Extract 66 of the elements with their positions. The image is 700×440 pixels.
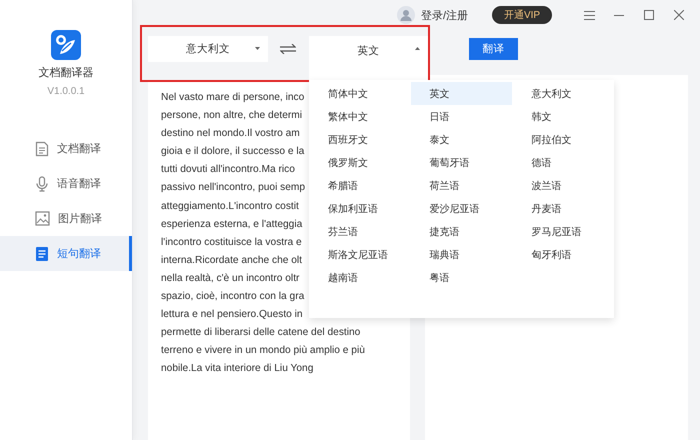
- app-logo: [51, 30, 81, 60]
- text-line: Nel vasto mare di persone, inco: [161, 91, 304, 105]
- language-option[interactable]: 德语: [512, 151, 614, 174]
- login-link[interactable]: 登录/注册: [420, 8, 468, 22]
- caret-icon: [255, 47, 260, 50]
- version-label: V1.0.0.1: [47, 86, 85, 97]
- language-option[interactable]: 罗马尼亚语: [512, 220, 614, 243]
- text-line: permette di liberarsi delle catene del destino: [161, 326, 360, 340]
- text-line: nobile.La vita interiore di Liu Yong: [161, 362, 314, 376]
- menu-icon[interactable]: [584, 10, 594, 20]
- language-option[interactable]: 泰文: [410, 128, 512, 151]
- language-option[interactable]: 俄罗斯文: [309, 151, 411, 174]
- swap-icon[interactable]: [280, 44, 296, 54]
- nav-item[interactable]: 图片翻译: [0, 201, 132, 236]
- language-option[interactable]: 韩文: [512, 105, 614, 128]
- language-option[interactable]: 越南语: [309, 266, 411, 289]
- text-line: lettura e nel pensiero.Questo in: [161, 308, 303, 322]
- nav-item[interactable]: 语音翻译: [0, 166, 132, 201]
- avatar-icon: [396, 6, 415, 24]
- text-line: interna.Ricordate anche che olt: [161, 254, 302, 268]
- nav-item[interactable]: 文档翻译: [0, 131, 132, 166]
- language-option[interactable]: 荷兰语: [410, 174, 512, 197]
- language-option[interactable]: 粤语: [410, 266, 512, 289]
- text-line: nella realtà, c'è un incontro oltr: [161, 272, 300, 286]
- language-option[interactable]: 捷克语: [410, 220, 512, 243]
- document-icon: [35, 140, 49, 156]
- close-icon[interactable]: [674, 10, 684, 20]
- language-option[interactable]: 日语: [410, 105, 512, 128]
- language-option[interactable]: 葡萄牙语: [410, 151, 512, 174]
- vip-button[interactable]: 开通VIP: [492, 6, 552, 24]
- text-line: atteggiamento.L'incontro costit: [161, 200, 299, 214]
- document-icon: [35, 246, 49, 262]
- language-option[interactable]: 波兰语: [512, 174, 614, 197]
- language-option[interactable]: 西班牙文: [309, 128, 411, 151]
- language-option[interactable]: 阿拉伯文: [512, 128, 614, 151]
- language-option[interactable]: 斯洛文尼亚语: [309, 243, 411, 266]
- text-line: passivo nell'incontro, puoi semp: [161, 181, 306, 196]
- image-icon: [35, 211, 50, 226]
- language-option[interactable]: 丹麦语: [512, 197, 614, 220]
- language-option[interactable]: 繁体中文: [309, 105, 411, 128]
- target-language-select[interactable]: 英文: [309, 36, 428, 80]
- text-line: persone, non altre, che determi: [161, 109, 302, 124]
- minimize-icon[interactable]: [614, 14, 624, 16]
- text-line: esperienza esterna, e l'atteggia: [161, 218, 302, 232]
- language-option[interactable]: 瑞典语: [410, 243, 512, 266]
- language-option[interactable]: 意大利文: [512, 82, 614, 105]
- language-option[interactable]: 英文: [410, 82, 512, 105]
- caret-icon: [415, 47, 420, 50]
- language-option[interactable]: 芬兰语: [309, 220, 411, 243]
- language-option[interactable]: 希腊语: [309, 174, 411, 197]
- app-name: 文档翻译器: [38, 66, 94, 80]
- nav-item[interactable]: 短句翻译: [0, 236, 132, 271]
- text-line: terreno e vivere in un mondo più amplio e più: [161, 344, 365, 358]
- text-line: tutti dovuti all'incontro.Ma rico: [161, 163, 295, 178]
- language-option[interactable]: 简体中文: [309, 82, 411, 105]
- language-option[interactable]: 保加利亚语: [309, 197, 411, 220]
- language-option[interactable]: 匈牙利语: [512, 243, 614, 266]
- text-line: spazio, cioè, incontro con la gra: [161, 290, 304, 304]
- language-option[interactable]: 爱沙尼亚语: [410, 197, 512, 220]
- microphone-icon: [35, 176, 49, 192]
- text-line: l'incontro costituisce la vostra e: [161, 236, 302, 250]
- text-line: destino nel mondo.Il vostro am: [161, 127, 300, 142]
- maximize-icon[interactable]: [644, 10, 654, 20]
- text-line: gioia e il dolore, il successo e la: [161, 145, 304, 160]
- source-language-select[interactable]: 意大利文: [148, 36, 268, 62]
- translate-button[interactable]: 翻译: [469, 38, 518, 60]
